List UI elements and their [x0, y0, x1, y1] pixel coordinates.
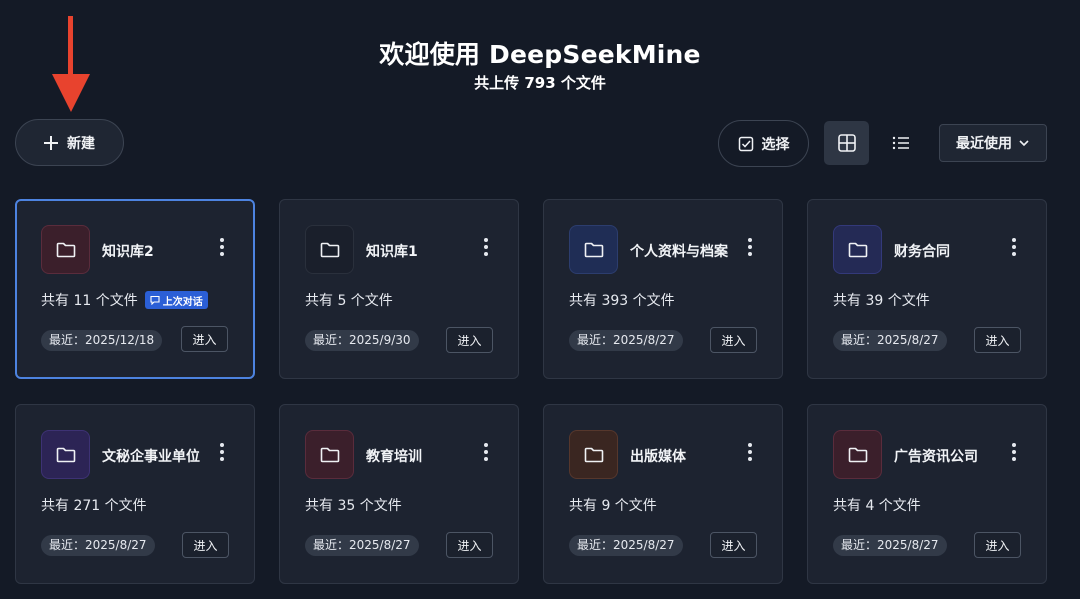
- file-count: 共有 35 个文件: [305, 498, 402, 514]
- file-count-row: 共有 35 个文件: [305, 495, 402, 515]
- card-title: 文秘企事业单位: [102, 449, 200, 465]
- knowledge-base-card[interactable]: 教育培训共有 35 个文件最近：2025/8/27 进入: [279, 404, 519, 584]
- sort-label: 最近使用: [956, 136, 1012, 152]
- enter-button[interactable]: 进入: [974, 327, 1021, 353]
- knowledge-base-card[interactable]: 个人资料与档案共有 393 个文件最近：2025/8/27 进入: [543, 199, 783, 379]
- card-title: 教育培训: [366, 449, 422, 465]
- select-button[interactable]: 选择: [718, 120, 809, 167]
- folder-icon: [833, 225, 882, 274]
- new-button-label: 新建: [67, 135, 95, 152]
- knowledge-base-card[interactable]: 财务合同共有 39 个文件最近：2025/8/27 进入: [807, 199, 1047, 379]
- card-title: 广告资讯公司: [894, 449, 978, 465]
- more-options-icon[interactable]: [1006, 441, 1022, 463]
- badge-label: 上次对话: [162, 296, 203, 308]
- last-used-date: 最近：2025/8/27: [833, 535, 947, 556]
- knowledge-base-card[interactable]: 文秘企事业单位共有 271 个文件最近：2025/8/27 进入: [15, 404, 255, 584]
- card-title: 财务合同: [894, 244, 950, 260]
- file-count-row: 共有 9 个文件: [569, 495, 657, 515]
- last-used-date: 最近：2025/8/27: [833, 330, 947, 351]
- file-count-row: 共有 271 个文件: [41, 495, 147, 515]
- page-header: 欢迎使用 DeepSeekMine 共上传 793 个文件: [0, 38, 1080, 94]
- enter-button[interactable]: 进入: [710, 327, 757, 353]
- file-count: 共有 39 个文件: [833, 293, 930, 309]
- file-count-row: 共有 393 个文件: [569, 290, 675, 310]
- last-used-date: 最近：2025/8/27: [569, 535, 683, 556]
- file-count-row: 共有 11 个文件 上次对话: [41, 290, 208, 310]
- folder-icon: [833, 430, 882, 479]
- select-button-label: 选择: [761, 136, 790, 153]
- list-icon: [892, 136, 909, 150]
- card-title: 知识库2: [102, 244, 154, 260]
- file-count: 共有 11 个文件: [41, 293, 138, 309]
- folder-icon: [569, 225, 618, 274]
- card-title: 知识库1: [366, 244, 418, 260]
- sort-dropdown[interactable]: 最近使用: [939, 124, 1047, 162]
- more-options-icon[interactable]: [742, 441, 758, 463]
- grid-view-button[interactable]: [824, 121, 869, 165]
- enter-button[interactable]: 进入: [446, 327, 493, 353]
- folder-icon: [569, 430, 618, 479]
- more-options-icon[interactable]: [478, 236, 494, 258]
- card-title: 个人资料与档案: [630, 244, 728, 260]
- chevron-down-icon: [1019, 140, 1029, 147]
- new-button[interactable]: 新建: [15, 119, 124, 166]
- list-view-button[interactable]: [878, 121, 923, 165]
- last-used-date: 最近：2025/8/27: [569, 330, 683, 351]
- more-options-icon[interactable]: [214, 441, 230, 463]
- knowledge-base-card[interactable]: 知识库2 共有 11 个文件 上次对话最近：2025/12/18 进入: [15, 199, 255, 379]
- plus-icon: [44, 135, 58, 150]
- file-count-row: 共有 5 个文件: [305, 290, 393, 310]
- folder-icon: [41, 430, 90, 479]
- enter-button[interactable]: 进入: [182, 532, 229, 558]
- file-count: 共有 271 个文件: [41, 498, 147, 514]
- enter-button[interactable]: 进入: [974, 532, 1021, 558]
- enter-button[interactable]: 进入: [446, 532, 493, 558]
- last-used-date: 最近：2025/8/27: [41, 535, 155, 556]
- knowledge-base-card[interactable]: 广告资讯公司共有 4 个文件最近：2025/8/27 进入: [807, 404, 1047, 584]
- grid-icon: [837, 134, 856, 152]
- card-title: 出版媒体: [630, 449, 686, 465]
- last-used-date: 最近：2025/9/30: [305, 330, 419, 351]
- last-used-date: 最近：2025/8/27: [305, 535, 419, 556]
- checkbox-icon: [738, 136, 753, 151]
- file-count: 共有 393 个文件: [569, 293, 675, 309]
- chat-bubble-icon: [150, 295, 160, 305]
- folder-icon: [305, 430, 354, 479]
- knowledge-base-card[interactable]: 出版媒体共有 9 个文件最近：2025/8/27 进入: [543, 404, 783, 584]
- enter-button[interactable]: 进入: [181, 326, 228, 352]
- file-count: 共有 9 个文件: [569, 498, 657, 514]
- folder-icon: [41, 225, 90, 274]
- more-options-icon[interactable]: [478, 441, 494, 463]
- file-count-row: 共有 4 个文件: [833, 495, 921, 515]
- file-count: 共有 4 个文件: [833, 498, 921, 514]
- file-count-row: 共有 39 个文件: [833, 290, 930, 310]
- more-options-icon[interactable]: [1006, 236, 1022, 258]
- upload-count: 共上传 793 个文件: [474, 74, 606, 92]
- knowledge-base-card[interactable]: 知识库1 共有 5 个文件最近：2025/9/30 进入: [279, 199, 519, 379]
- last-used-date: 最近：2025/12/18: [41, 330, 163, 351]
- enter-button[interactable]: 进入: [710, 532, 757, 558]
- file-count: 共有 5 个文件: [305, 293, 393, 309]
- more-options-icon[interactable]: [214, 236, 230, 258]
- folder-icon: [305, 225, 354, 274]
- page-title: 欢迎使用 DeepSeekMine: [379, 40, 701, 69]
- last-chat-badge: 上次对话: [144, 291, 208, 309]
- more-options-icon[interactable]: [742, 236, 758, 258]
